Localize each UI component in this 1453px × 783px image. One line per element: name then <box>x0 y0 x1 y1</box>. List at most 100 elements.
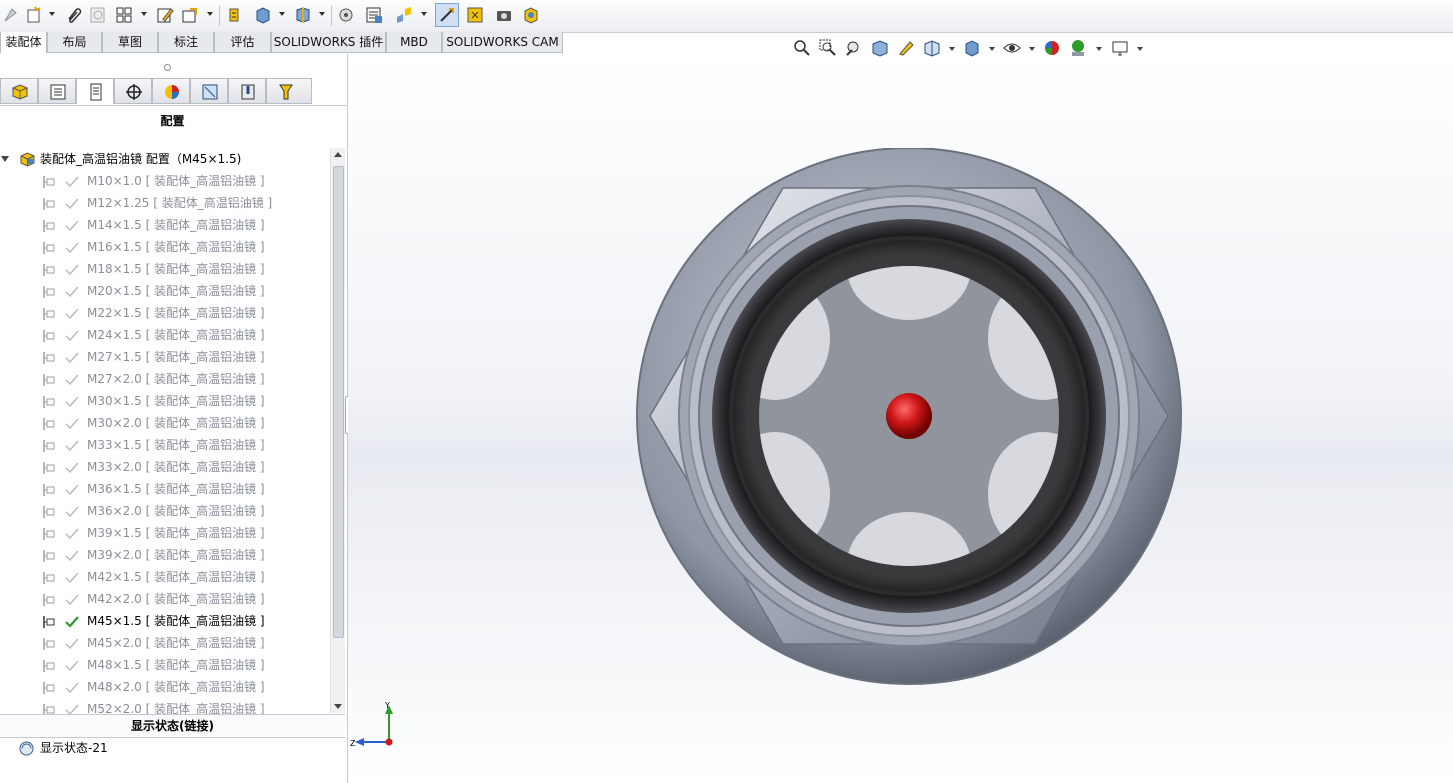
previous-view-icon[interactable] <box>844 38 864 58</box>
tab-feature-manager[interactable] <box>0 78 38 104</box>
configuration-row[interactable]: M48×1.5 [ 装配体_高温铝油镜 ] <box>0 654 330 676</box>
checkmark-icon <box>64 636 80 650</box>
bill-of-materials-icon[interactable] <box>364 5 384 25</box>
instant3d-icon[interactable] <box>435 3 459 27</box>
tab-solidworks-cam[interactable]: SOLIDWORKS CAM <box>442 32 563 53</box>
exploded-view-icon[interactable] <box>394 5 414 25</box>
insert-component-icon[interactable] <box>180 5 200 25</box>
configuration-row[interactable]: M24×1.5 [ 装配体_高温铝油镜 ] <box>0 324 330 346</box>
checkmark-icon <box>64 460 80 474</box>
configuration-row[interactable]: M42×1.5 [ 装配体_高温铝油镜 ] <box>0 566 330 588</box>
checkmark-icon <box>64 394 80 408</box>
display-state-item[interactable]: 显示状态-21 <box>0 737 340 759</box>
tab-cam-feature-tree[interactable] <box>190 78 228 104</box>
tab-cam-operation-tree[interactable] <box>228 78 266 104</box>
configuration-row[interactable]: M27×2.0 [ 装配体_高温铝油镜 ] <box>0 368 330 390</box>
move-component-icon[interactable] <box>224 5 244 25</box>
dynamic-annotation-icon[interactable] <box>896 38 916 58</box>
apply-scene-icon[interactable] <box>1068 38 1088 58</box>
configuration-row[interactable]: M39×2.0 [ 装配体_高温铝油镜 ] <box>0 544 330 566</box>
tab-solidworks-addins[interactable]: SOLIDWORKS 插件 <box>271 32 386 53</box>
edit-appearance-icon[interactable] <box>1042 38 1062 58</box>
scroll-thumb[interactable] <box>333 166 344 638</box>
configuration-row[interactable]: M39×1.5 [ 装配体_高温铝油镜 ] <box>0 522 330 544</box>
configuration-label: M30×2.0 [ 装配体_高温铝油镜 ] <box>87 416 265 430</box>
tab-configuration-manager[interactable] <box>76 78 114 104</box>
edit-component-icon[interactable] <box>155 5 175 25</box>
update-icon[interactable] <box>521 5 541 25</box>
component-pattern-icon[interactable] <box>114 5 134 25</box>
configuration-icon <box>42 614 56 628</box>
tab-dimxpert-manager[interactable] <box>114 78 152 104</box>
configuration-label: M33×1.5 [ 装配体_高温铝油镜 ] <box>87 438 265 452</box>
expand-triangle-icon[interactable] <box>1 156 9 162</box>
scroll-up-arrow-icon[interactable] <box>334 152 342 157</box>
sketch-icon[interactable] <box>2 5 22 25</box>
hide-show-items-icon[interactable] <box>1002 38 1022 58</box>
checkmark-icon <box>64 174 80 188</box>
tab-display-manager[interactable] <box>152 78 190 104</box>
configuration-row[interactable]: M33×2.0 [ 装配体_高温铝油镜 ] <box>0 456 330 478</box>
display-style-icon[interactable] <box>962 38 982 58</box>
zoom-to-area-icon[interactable] <box>818 38 838 58</box>
configuration-row[interactable]: M36×1.5 [ 装配体_高温铝油镜 ] <box>0 478 330 500</box>
checkmark-icon <box>64 328 80 342</box>
configuration-row[interactable]: M12×1.25 [ 装配体_高温铝油镜 ] <box>0 192 330 214</box>
tab-assembly[interactable]: 装配体 <box>0 32 47 53</box>
configuration-row[interactable]: M48×2.0 [ 装配体_高温铝油镜 ] <box>0 676 330 698</box>
tree-scrollbar[interactable] <box>330 148 345 713</box>
configuration-row[interactable]: M10×1.0 [ 装配体_高温铝油镜 ] <box>0 170 330 192</box>
configuration-row[interactable]: M45×1.5 [ 装配体_高温铝油镜 ] <box>0 610 330 632</box>
mate-icon[interactable] <box>88 5 108 25</box>
checkmark-icon <box>64 570 80 584</box>
configuration-row[interactable]: M30×1.5 [ 装配体_高温铝油镜 ] <box>0 390 330 412</box>
configuration-icon <box>42 372 56 386</box>
configuration-row[interactable]: M30×2.0 [ 装配体_高温铝油镜 ] <box>0 412 330 434</box>
configuration-row[interactable]: M14×1.5 [ 装配体_高温铝油镜 ] <box>0 214 330 236</box>
new-document-icon[interactable] <box>24 5 44 25</box>
zoom-to-fit-icon[interactable] <box>792 38 812 58</box>
tab-property-manager[interactable] <box>38 78 76 104</box>
checkmark-icon <box>64 284 80 298</box>
configuration-icon <box>42 218 56 232</box>
view-settings-icon[interactable] <box>1110 38 1130 58</box>
configuration-icon <box>42 284 56 298</box>
configuration-row[interactable]: M33×1.5 [ 装配体_高温铝油镜 ] <box>0 434 330 456</box>
configuration-row[interactable]: M22×1.5 [ 装配体_高温铝油镜 ] <box>0 302 330 324</box>
checkmark-icon <box>64 482 80 496</box>
configuration-label: M42×1.5 [ 装配体_高温铝油镜 ] <box>87 570 265 584</box>
configuration-row[interactable]: M42×2.0 [ 装配体_高温铝油镜 ] <box>0 588 330 610</box>
configuration-row[interactable]: M45×2.0 [ 装配体_高温铝油镜 ] <box>0 632 330 654</box>
configuration-icon <box>42 196 56 210</box>
tab-sketch[interactable]: 草图 <box>102 32 158 53</box>
reference-geometry-icon[interactable] <box>293 5 313 25</box>
configuration-list: M10×1.0 [ 装配体_高温铝油镜 ] M12×1.25 [ 装配体_高温铝油… <box>0 170 330 736</box>
tab-markup[interactable]: 标注 <box>158 32 214 53</box>
checkmark-icon <box>64 504 80 518</box>
configuration-row[interactable]: M27×1.5 [ 装配体_高温铝油镜 ] <box>0 346 330 368</box>
checkmark-icon <box>64 218 80 232</box>
smart-fasteners-icon[interactable] <box>336 5 356 25</box>
paperclip-icon[interactable] <box>63 5 83 25</box>
configuration-label: M14×1.5 [ 装配体_高温铝油镜 ] <box>87 218 265 232</box>
display-state-label: 显示状态-21 <box>40 741 108 755</box>
materials-icon[interactable] <box>465 5 485 25</box>
configuration-row[interactable]: M36×2.0 [ 装配体_高温铝油镜 ] <box>0 500 330 522</box>
configuration-row[interactable]: M20×1.5 [ 装配体_高温铝油镜 ] <box>0 280 330 302</box>
tab-mbd[interactable]: MBD <box>386 32 442 53</box>
tab-cam-tool-tree[interactable] <box>266 78 312 104</box>
snapshot-icon[interactable] <box>494 5 514 25</box>
command-tabs: 装配体 布局 草图 标注 评估 SOLIDWORKS 插件 MBD SOLIDW… <box>0 32 1453 54</box>
tab-evaluate[interactable]: 评估 <box>214 32 271 53</box>
section-view-icon[interactable] <box>870 38 890 58</box>
scroll-down-arrow-icon[interactable] <box>334 704 342 709</box>
assembly-features-icon[interactable] <box>253 5 273 25</box>
root-configuration-node[interactable]: 装配体_高温铝油镜 配置（M45×1.5) <box>0 148 330 170</box>
configuration-row[interactable]: M18×1.5 [ 装配体_高温铝油镜 ] <box>0 258 330 280</box>
configuration-label: M39×1.5 [ 装配体_高温铝油镜 ] <box>87 526 265 540</box>
sight-glass-model[interactable] <box>633 148 1185 690</box>
configuration-row[interactable]: M16×1.5 [ 装配体_高温铝油镜 ] <box>0 236 330 258</box>
tab-layout[interactable]: 布局 <box>47 32 102 53</box>
pane-collapse-handle[interactable] <box>164 64 171 71</box>
view-orientation-icon[interactable] <box>922 38 942 58</box>
